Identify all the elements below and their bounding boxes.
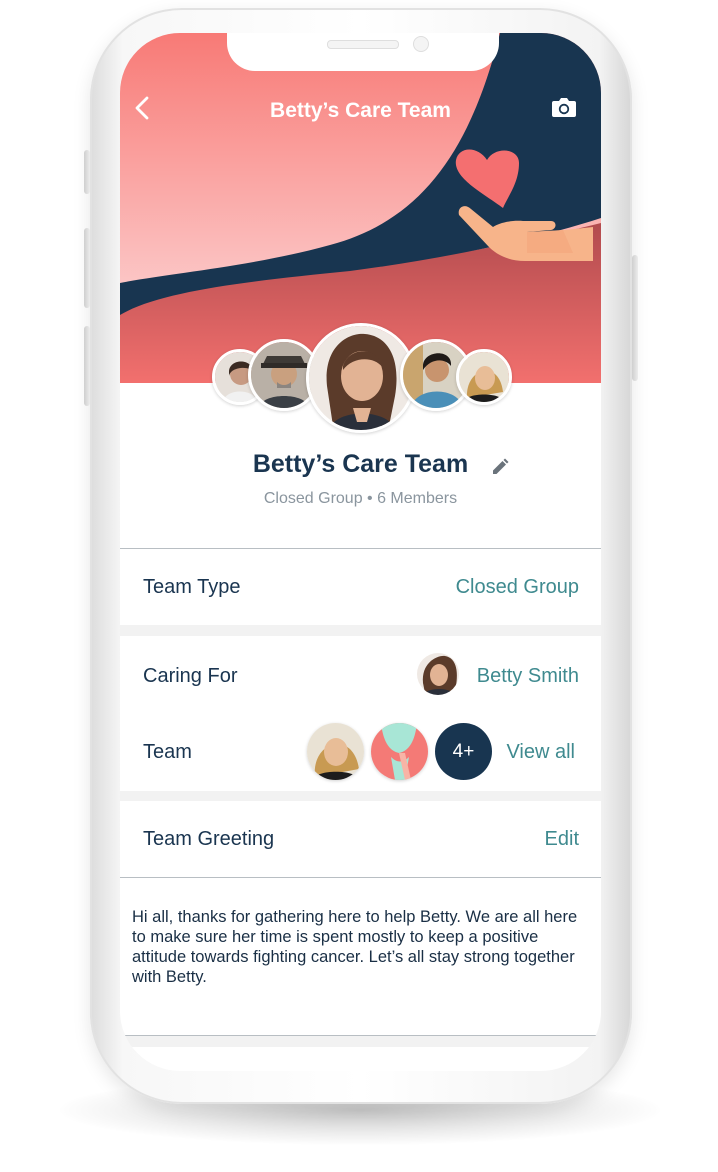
app-screen: Betty’s Care Team Betty’s Care Team Clos… [120,33,601,1071]
divider [120,1035,601,1036]
team-member-avatar[interactable] [371,723,428,780]
greeting-edit-link[interactable]: Edit [545,828,579,851]
team-type-row[interactable]: Team Type Closed Group [120,549,601,625]
back-button[interactable] [132,95,166,129]
chevron-left-icon [135,96,149,120]
team-greeting-row: Team Greeting Edit [120,801,601,877]
camera-icon [552,98,576,117]
more-members-badge[interactable]: 4+ [435,723,492,780]
member-avatar[interactable] [456,349,512,405]
pencil-icon [493,458,509,474]
device-notch [227,33,499,71]
front-camera [413,36,429,52]
team-member-avatar[interactable] [307,723,364,780]
members-card: Caring For Betty Smith Team 4+ View all [120,636,601,791]
team-name: Betty’s Care Team [252,450,469,478]
team-type-value[interactable]: Closed Group [456,576,579,599]
volume-down-button [84,326,90,406]
silent-switch [84,150,90,194]
member-avatar-stack [120,323,601,438]
betty-avatar[interactable] [417,653,459,695]
team-type-label: Team Type [143,576,241,598]
speaker-grille [327,40,399,49]
team-subtitle: Closed Group • 6 Members [263,490,458,507]
header-title: Betty’s Care Team [270,99,451,122]
team-greeting-label: Team Greeting [143,828,275,850]
view-all-link[interactable]: View all [506,741,575,764]
greeting-message: Hi all, thanks for gathering here to hel… [132,908,578,986]
next-card-peek [120,1047,601,1071]
caring-for-value[interactable]: Betty Smith [477,665,579,688]
caring-for-label: Caring For [143,665,238,687]
team-label: Team [143,741,192,763]
volume-up-button [84,228,90,308]
power-button [632,255,638,381]
edit-team-name-button[interactable] [488,455,512,479]
camera-button[interactable] [551,96,581,126]
